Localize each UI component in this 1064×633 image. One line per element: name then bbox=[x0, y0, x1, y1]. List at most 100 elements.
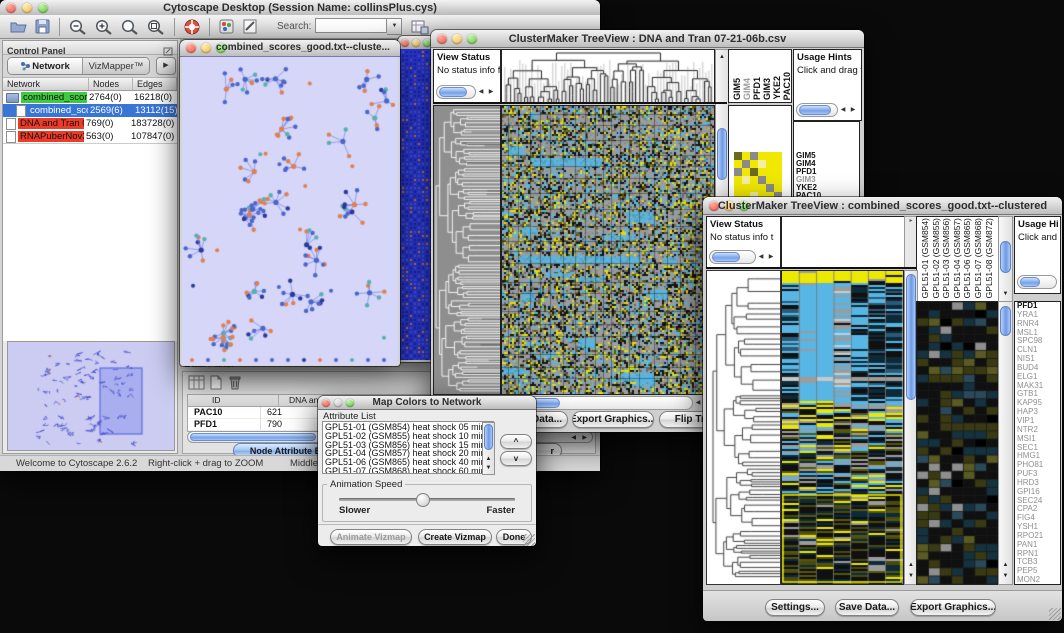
mini-heatmap-cell[interactable] bbox=[742, 160, 750, 168]
hscroll-thumb[interactable] bbox=[439, 87, 467, 97]
help-lifesaver-icon[interactable] bbox=[183, 18, 201, 36]
tv2-gene-label[interactable]: MON2 bbox=[1015, 576, 1060, 585]
scroll-up-icon[interactable]: ▲ bbox=[999, 560, 1012, 570]
tv2-global-heatmap[interactable] bbox=[781, 270, 904, 585]
vizmapper-icon[interactable] bbox=[218, 18, 236, 35]
attribute-list-vscrollbar[interactable]: ▲ ▼ bbox=[482, 422, 495, 475]
mini-heatmap-cell[interactable] bbox=[758, 160, 766, 168]
mini-heatmap-cell[interactable] bbox=[774, 152, 782, 160]
treeview1-titlebar[interactable]: ClusterMaker TreeView : DNA and Tran 07-… bbox=[431, 30, 864, 48]
mini-heatmap-cell[interactable] bbox=[758, 184, 766, 192]
vscroll-thumb[interactable] bbox=[1000, 241, 1011, 273]
hscroll-thumb[interactable] bbox=[190, 433, 316, 441]
tv2-settings-button[interactable]: Settings... bbox=[765, 599, 825, 616]
mini-heatmap-cell[interactable] bbox=[742, 152, 750, 160]
mini-heatmap-cell[interactable] bbox=[742, 184, 750, 192]
treeview2-titlebar[interactable]: ClusterMaker TreeView : combined_scores_… bbox=[703, 197, 1062, 215]
vscroll-thumb[interactable] bbox=[484, 424, 493, 450]
tv2-status-hscrollbar[interactable]: ◀▶ bbox=[709, 250, 776, 263]
dialog-titlebar[interactable]: Map Colors to Network bbox=[318, 396, 536, 410]
create-vizmap-button[interactable]: Create Vizmap bbox=[418, 529, 492, 545]
scroll-right-icon[interactable]: ▶ bbox=[848, 104, 858, 116]
mini-heatmap-cell[interactable] bbox=[758, 176, 766, 184]
mini-heatmap-cell[interactable] bbox=[742, 176, 750, 184]
tv2-label-vscrollbar[interactable]: ▼ bbox=[998, 216, 1013, 302]
close-button[interactable] bbox=[186, 43, 196, 53]
delete-attribute-icon[interactable] bbox=[228, 375, 242, 395]
tv2-usage-hscrollbar[interactable] bbox=[1017, 275, 1057, 288]
mini-heatmap-cell[interactable] bbox=[734, 152, 742, 160]
scroll-left-icon[interactable]: ◀ bbox=[571, 434, 576, 441]
network-table-column-header[interactable]: Nodes bbox=[89, 78, 133, 90]
scroll-right-icon[interactable]: ▶ bbox=[582, 434, 587, 441]
scroll-left-icon[interactable]: ◀ bbox=[838, 104, 848, 116]
tv2-array-label[interactable]: GPL51-08 (GSM872) bbox=[984, 218, 994, 298]
tab-network[interactable]: Network bbox=[8, 58, 82, 74]
mini-heatmap-cell[interactable] bbox=[734, 168, 742, 176]
network1-view-canvas[interactable] bbox=[182, 56, 398, 365]
network-table-column-header[interactable]: Edges bbox=[133, 78, 177, 90]
mini-heatmap-cell[interactable] bbox=[750, 160, 758, 168]
network-tree-row[interactable]: RNAPuberNov2+563(0)107847(0) bbox=[3, 130, 177, 143]
mini-heatmap-cell[interactable] bbox=[766, 152, 774, 160]
mini-heatmap-cell[interactable] bbox=[766, 160, 774, 168]
tv1-global-heatmap[interactable] bbox=[501, 105, 715, 395]
attribute-list-item[interactable]: GPL51-07 (GSM868) heat shock 60 min bbox=[323, 467, 493, 474]
zoom-button[interactable] bbox=[423, 39, 431, 47]
tv2-export-graphics-button[interactable]: Export Graphics... bbox=[910, 599, 996, 616]
save-icon[interactable] bbox=[34, 18, 51, 35]
tv1-gene-dendrogram[interactable] bbox=[433, 105, 501, 395]
network2-view-canvas[interactable] bbox=[400, 49, 434, 360]
mini-heatmap-cell[interactable] bbox=[774, 160, 782, 168]
mini-heatmap-cell[interactable] bbox=[766, 176, 774, 184]
tv2-gene-dendrogram[interactable] bbox=[706, 270, 781, 585]
tv2-array-label[interactable]: GPL51-03 (GSM856) bbox=[941, 218, 951, 298]
zoom-out-icon[interactable] bbox=[68, 18, 88, 36]
search-input[interactable] bbox=[315, 18, 387, 33]
mini-heatmap-cell[interactable] bbox=[750, 184, 758, 192]
mini-heatmap-cell[interactable] bbox=[750, 152, 758, 160]
tv1-array-label[interactable]: GIM4 bbox=[742, 78, 752, 100]
mini-heatmap-cell[interactable] bbox=[774, 184, 782, 192]
mini-heatmap-cell[interactable] bbox=[766, 168, 774, 176]
slider-thumb[interactable] bbox=[416, 493, 430, 507]
new-attribute-icon[interactable] bbox=[209, 375, 223, 395]
tv1-column-dendrogram[interactable] bbox=[501, 49, 715, 103]
mini-heatmap-cell[interactable] bbox=[734, 160, 742, 168]
scroll-up-icon[interactable]: ▲ bbox=[716, 52, 728, 62]
network-tree-row[interactable]: combined_scores2764(0)16218(0) bbox=[3, 91, 177, 104]
tv1-mini-heatmap[interactable] bbox=[734, 152, 782, 200]
mini-heatmap-cell[interactable] bbox=[750, 176, 758, 184]
tv1-array-label[interactable]: GIM5 bbox=[732, 78, 742, 100]
zoom-selected-icon[interactable] bbox=[120, 18, 140, 36]
network-tree-row[interactable]: DNA and Tran 07769(0)183728(0) bbox=[3, 117, 177, 130]
tv2-zoom-heatmap[interactable] bbox=[916, 301, 999, 585]
tv1-array-label[interactable]: PAC10 bbox=[782, 72, 792, 100]
tv1-usage-hscrollbar[interactable]: ◀▶ bbox=[796, 103, 858, 116]
search-combobox[interactable]: ▼ bbox=[315, 18, 402, 35]
scroll-down-icon[interactable]: ▼ bbox=[999, 571, 1012, 581]
zoom-fit-icon[interactable] bbox=[146, 18, 166, 36]
network1-titlebar[interactable]: combined_scores_good.txt--cluste... bbox=[180, 40, 400, 57]
tv1-array-label[interactable]: GIM3 bbox=[762, 78, 772, 100]
mini-heatmap-cell[interactable] bbox=[734, 184, 742, 192]
tv1-export-graphics-button[interactable]: Export Graphics... bbox=[572, 411, 654, 428]
tv1-status-hscrollbar[interactable]: ◀▶ bbox=[436, 85, 496, 98]
animation-slider[interactable] bbox=[339, 498, 515, 501]
tv2-array-label[interactable]: GPL51-01 (GSM854) bbox=[920, 218, 930, 298]
scroll-left-icon[interactable]: ◀ bbox=[476, 86, 486, 98]
minimize-button[interactable] bbox=[412, 39, 420, 47]
scroll-left-icon[interactable]: ◀ bbox=[693, 397, 703, 409]
vscroll-thumb[interactable] bbox=[1000, 306, 1011, 336]
tv1-array-label[interactable]: PFD1 bbox=[752, 77, 762, 100]
mini-heatmap-cell[interactable] bbox=[734, 176, 742, 184]
hscroll-thumb[interactable] bbox=[712, 252, 740, 262]
mini-heatmap-cell[interactable] bbox=[758, 168, 766, 176]
scroll-left-icon[interactable]: ◀ bbox=[756, 251, 766, 263]
mini-heatmap-cell[interactable] bbox=[758, 152, 766, 160]
network-tree-row[interactable]: combined_sco2569(6)13112(15) bbox=[3, 104, 177, 117]
tv2-array-label[interactable]: GPL51-02 (GSM855) bbox=[931, 218, 941, 298]
main-titlebar[interactable]: Cytoscape Desktop (Session Name: collins… bbox=[0, 0, 600, 16]
mini-heatmap-cell[interactable] bbox=[774, 176, 782, 184]
mini-heatmap-cell[interactable] bbox=[774, 168, 782, 176]
